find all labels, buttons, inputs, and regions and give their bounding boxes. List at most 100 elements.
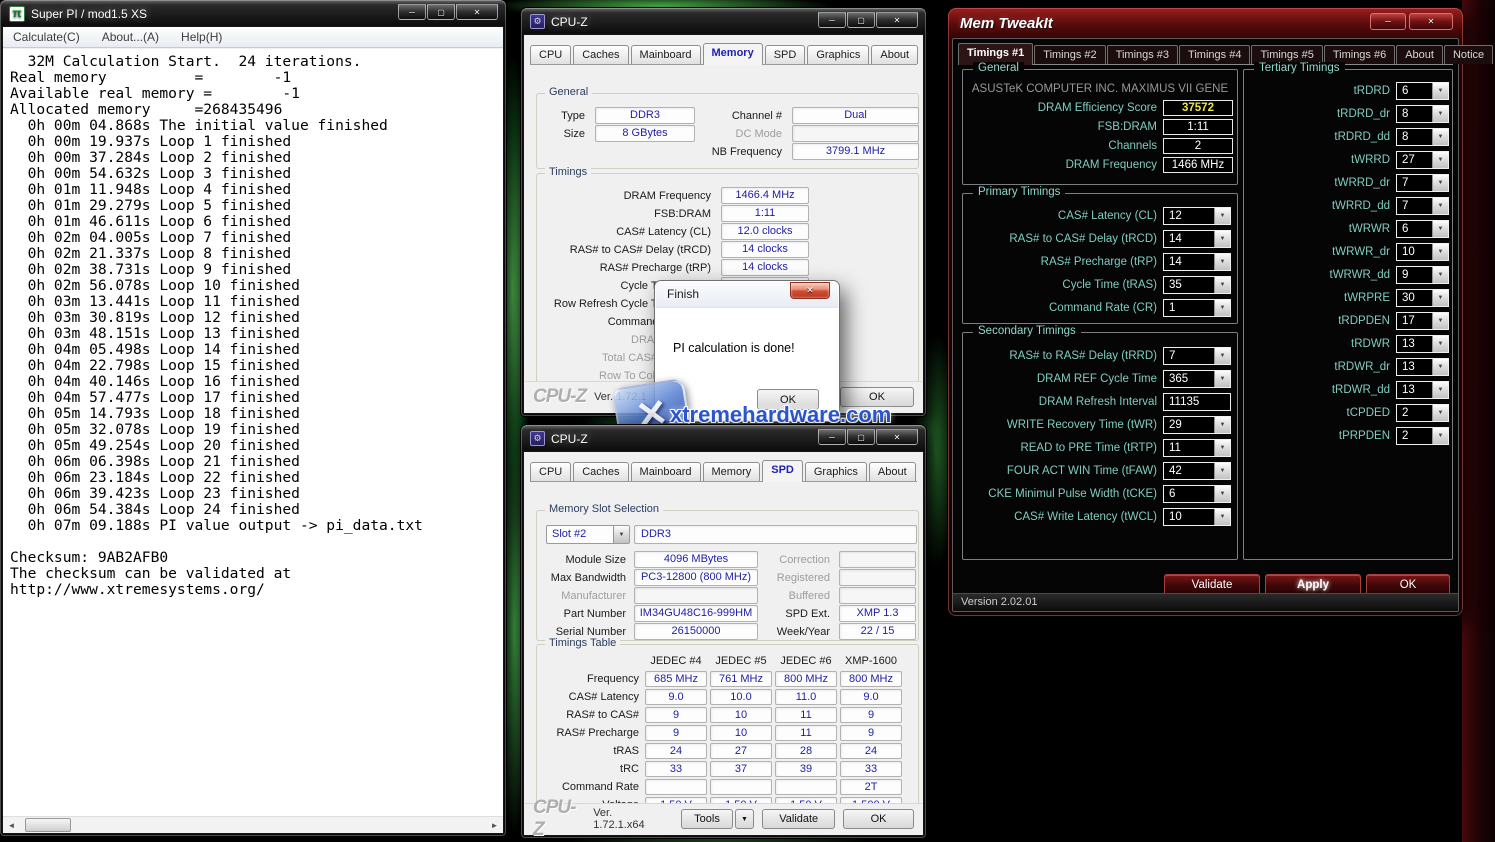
tab-timings-3[interactable]: Timings #3 [1107, 45, 1178, 64]
timing-dropdown[interactable]: 8▼ [1396, 128, 1449, 146]
tab-mainboard[interactable]: Mainboard [631, 45, 701, 64]
slot-select[interactable]: Slot #2 ▼ [546, 525, 630, 544]
minimize-button[interactable]: ─ [818, 429, 846, 445]
close-button[interactable]: ✕ [1409, 13, 1453, 30]
minimize-button[interactable]: ─ [1370, 13, 1406, 30]
chevron-down-icon[interactable]: ▼ [1214, 486, 1230, 502]
timing-dropdown[interactable]: 6▼ [1163, 485, 1231, 503]
tab-cpu[interactable]: CPU [530, 462, 571, 481]
chevron-down-icon[interactable]: ▼ [1432, 175, 1448, 191]
timing-dropdown[interactable]: 13▼ [1396, 335, 1449, 353]
chevron-down-icon[interactable]: ▼ [613, 526, 629, 543]
timing-dropdown[interactable]: 14▼ [1163, 230, 1231, 248]
timing-dropdown[interactable]: 6▼ [1396, 220, 1449, 238]
tab-spd[interactable]: SPD [762, 460, 803, 482]
timing-dropdown[interactable]: 1▼ [1163, 299, 1231, 317]
chevron-down-icon[interactable]: ▼ [1214, 254, 1230, 270]
tab-mainboard[interactable]: Mainboard [631, 462, 701, 481]
chevron-down-icon[interactable]: ▼ [1214, 371, 1230, 387]
timing-dropdown[interactable]: 7▼ [1396, 174, 1449, 192]
maximize-button[interactable]: ▢ [847, 429, 875, 445]
timing-dropdown[interactable]: 14▼ [1163, 253, 1231, 271]
timing-dropdown[interactable]: 7▼ [1396, 197, 1449, 215]
chevron-down-icon[interactable]: ▼ [1432, 290, 1448, 306]
timing-dropdown[interactable]: 365▼ [1163, 370, 1231, 388]
timing-dropdown[interactable]: 13▼ [1396, 381, 1449, 399]
tab-memory[interactable]: Memory [703, 43, 763, 65]
maximize-button[interactable]: ▢ [847, 12, 875, 28]
chevron-down-icon[interactable]: ▼ [1214, 509, 1230, 525]
chevron-down-icon[interactable]: ▼ [1214, 417, 1230, 433]
chevron-down-icon[interactable]: ▼ [1432, 405, 1448, 421]
timing-dropdown[interactable]: 2▼ [1396, 404, 1449, 422]
chevron-down-icon[interactable]: ▼ [1214, 440, 1230, 456]
tab-about[interactable]: About [1396, 45, 1443, 64]
tab-cpu[interactable]: CPU [530, 45, 571, 64]
timing-dropdown[interactable]: 27▼ [1396, 151, 1449, 169]
timing-dropdown[interactable]: 11▼ [1163, 439, 1231, 457]
chevron-down-icon[interactable]: ▼ [1214, 348, 1230, 364]
tab-about[interactable]: About [869, 462, 916, 481]
chevron-down-icon[interactable]: ▼ [1214, 300, 1230, 316]
tab-caches[interactable]: Caches [573, 45, 628, 64]
timing-dropdown[interactable]: 30▼ [1396, 289, 1449, 307]
tab-timings-2[interactable]: Timings #2 [1034, 45, 1105, 64]
tab-graphics[interactable]: Graphics [807, 45, 869, 64]
chevron-down-icon[interactable]: ▼ [1432, 221, 1448, 237]
tab-graphics[interactable]: Graphics [805, 462, 867, 481]
chevron-down-icon[interactable]: ▼ [1432, 152, 1448, 168]
tab-spd[interactable]: SPD [765, 45, 806, 64]
chevron-down-icon[interactable]: ▼ [1432, 106, 1448, 122]
timing-dropdown[interactable]: 42▼ [1163, 462, 1231, 480]
tab-notice[interactable]: Notice [1444, 45, 1493, 64]
chevron-down-icon[interactable]: ▼ [1214, 463, 1230, 479]
chevron-down-icon[interactable]: ▼ [1432, 83, 1448, 99]
chevron-down-icon[interactable]: ▼ [1214, 277, 1230, 293]
chevron-down-icon[interactable]: ▼ [1432, 428, 1448, 444]
ok-button[interactable]: OK [843, 809, 914, 829]
menu-item-0[interactable]: Calculate(C) [13, 30, 80, 44]
scroll-left-icon[interactable]: ◄ [3, 817, 20, 833]
chevron-down-icon[interactable]: ▼ [1214, 231, 1230, 247]
chevron-down-icon[interactable]: ▼ [1432, 313, 1448, 329]
timing-dropdown[interactable]: 17▼ [1396, 312, 1449, 330]
timing-dropdown[interactable]: 12▼ [1163, 207, 1231, 225]
timing-dropdown[interactable]: 10▼ [1163, 508, 1231, 526]
tab-caches[interactable]: Caches [573, 462, 628, 481]
tab-timings-4[interactable]: Timings #4 [1179, 45, 1250, 64]
horizontal-scrollbar[interactable]: ◄ ► [3, 816, 503, 833]
timing-dropdown[interactable]: 29▼ [1163, 416, 1231, 434]
close-button[interactable]: ✕ [876, 429, 918, 445]
minimize-button[interactable]: ─ [818, 12, 846, 28]
menu-item-1[interactable]: About...(A) [102, 30, 159, 44]
chevron-down-icon[interactable]: ▼ [1432, 336, 1448, 352]
tab-memory[interactable]: Memory [703, 462, 761, 481]
chevron-down-icon[interactable]: ▼ [1214, 208, 1230, 224]
chevron-down-icon[interactable]: ▼ [1432, 382, 1448, 398]
maximize-button[interactable]: ▢ [427, 4, 455, 20]
scroll-right-icon[interactable]: ► [486, 817, 503, 833]
timing-dropdown[interactable]: 2▼ [1396, 427, 1449, 445]
chevron-down-icon[interactable]: ▼ [1432, 359, 1448, 375]
timing-dropdown[interactable]: 8▼ [1396, 105, 1449, 123]
timing-dropdown[interactable]: 13▼ [1396, 358, 1449, 376]
minimize-button[interactable]: ─ [398, 4, 426, 20]
timing-dropdown[interactable]: 11135 [1163, 393, 1231, 411]
tools-button[interactable]: Tools [681, 809, 732, 829]
chevron-down-icon[interactable]: ▼ [1432, 267, 1448, 283]
timing-dropdown[interactable]: 9▼ [1396, 266, 1449, 284]
close-button[interactable]: ✕ [876, 12, 918, 28]
chevron-down-icon[interactable]: ▼ [1432, 198, 1448, 214]
tools-dropdown-icon[interactable]: ▼ [735, 809, 755, 829]
scrollbar-thumb[interactable] [25, 818, 71, 832]
timing-dropdown[interactable]: 6▼ [1396, 82, 1449, 100]
close-button[interactable]: ✕ [790, 282, 830, 299]
tab-about[interactable]: About [871, 45, 918, 64]
chevron-down-icon[interactable]: ▼ [1432, 129, 1448, 145]
close-button[interactable]: ✕ [456, 4, 498, 20]
timing-dropdown[interactable]: 35▼ [1163, 276, 1231, 294]
timing-dropdown[interactable]: 10▼ [1396, 243, 1449, 261]
timing-dropdown[interactable]: 7▼ [1163, 347, 1231, 365]
chevron-down-icon[interactable]: ▼ [1432, 244, 1448, 260]
validate-button[interactable]: Validate [762, 809, 835, 829]
